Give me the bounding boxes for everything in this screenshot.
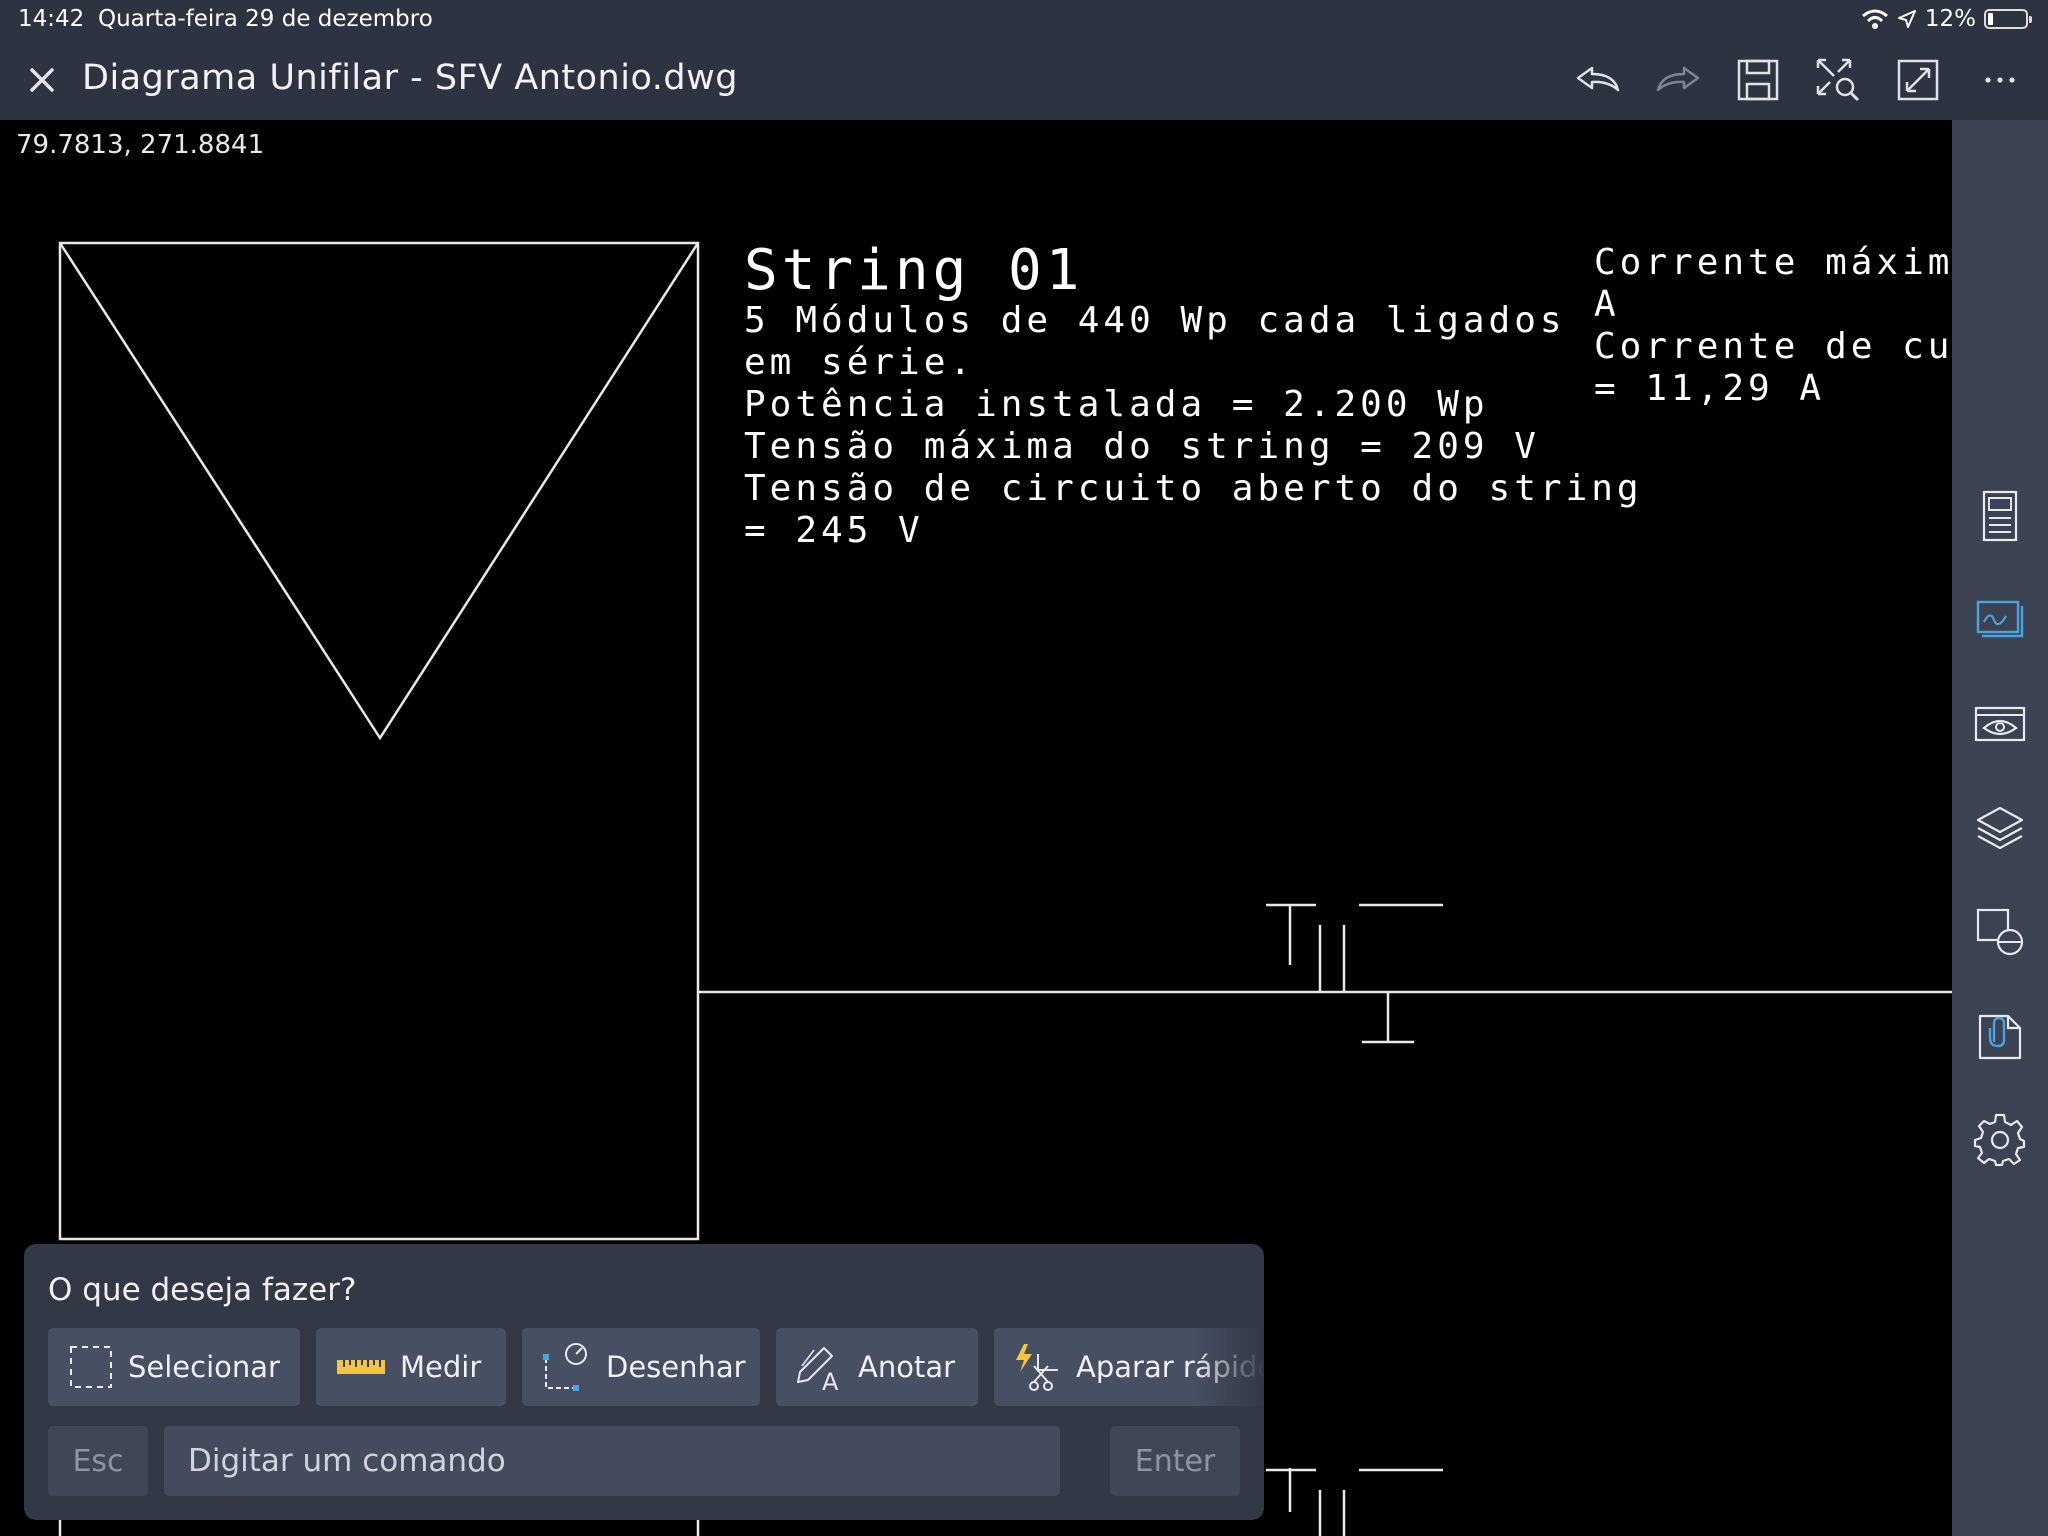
measure-label: Medir xyxy=(400,1350,482,1384)
string-line-6: = 245 V xyxy=(744,510,924,551)
select-icon xyxy=(70,1346,112,1388)
redo-icon[interactable] xyxy=(1652,54,1704,106)
command-input[interactable] xyxy=(164,1426,1060,1496)
location-icon xyxy=(1897,10,1916,28)
annotate-icon: A xyxy=(797,1347,839,1392)
layers-icon[interactable] xyxy=(1972,800,2028,856)
toolbar-scroll-fade xyxy=(1194,1328,1264,1406)
more-icon[interactable] xyxy=(1974,54,2026,106)
string-title: String 01 xyxy=(744,238,1084,303)
undo-icon[interactable] xyxy=(1572,54,1624,106)
command-panel: O que deseja fazer? Selecionar Medir Des… xyxy=(24,1244,1264,1520)
string-line-5: Tensão de circuito aberto do string xyxy=(744,468,1643,509)
title-bar: Diagrama Unifilar - SFV Antonio.dwg xyxy=(0,40,2048,120)
status-date: Quarta-feira 29 de dezembro xyxy=(98,6,433,32)
document-title: Diagrama Unifilar - SFV Antonio.dwg xyxy=(82,58,738,98)
draw-label: Desenhar xyxy=(606,1350,746,1384)
string-line-4: Tensão máxima do string = 209 V xyxy=(744,426,1540,467)
wifi-icon xyxy=(1861,9,1888,29)
current-line-2: A xyxy=(1594,284,1620,325)
string-line-2: em série. xyxy=(744,342,976,383)
string-line-1: 5 Módulos de 440 Wp cada ligados xyxy=(744,300,1566,341)
zoom-extents-icon[interactable] xyxy=(1812,54,1864,106)
save-icon[interactable] xyxy=(1732,54,1784,106)
close-icon[interactable] xyxy=(20,58,64,102)
settings-icon[interactable] xyxy=(1972,1112,2028,1168)
battery-icon xyxy=(1984,9,2032,29)
svg-text:A: A xyxy=(822,1368,839,1392)
select-button[interactable]: Selecionar xyxy=(48,1328,300,1406)
fullscreen-icon[interactable] xyxy=(1892,54,1944,106)
esc-button[interactable]: Esc xyxy=(48,1426,148,1496)
cursor-coordinates: 79.7813, 271.8841 xyxy=(16,130,265,160)
select-label: Selecionar xyxy=(128,1350,280,1384)
command-prompt: O que deseja fazer? xyxy=(48,1272,357,1308)
right-toolbar xyxy=(1952,120,2048,1536)
quick-trim-icon xyxy=(1016,1344,1058,1391)
status-time: 14:42 xyxy=(18,6,85,32)
pv-triangle xyxy=(58,242,700,741)
measure-button[interactable]: Medir xyxy=(316,1328,506,1406)
draw-button[interactable]: Desenhar xyxy=(522,1328,760,1406)
annotate-button[interactable]: A Anotar xyxy=(776,1328,978,1406)
string-line-3: Potência instalada = 2.200 Wp xyxy=(744,384,1489,425)
battery-percent: 12% xyxy=(1924,6,1976,32)
blocks-icon[interactable] xyxy=(1972,904,2028,960)
status-bar: 14:42 Quarta-feira 29 de dezembro 12% xyxy=(0,0,2048,40)
annotate-label: Anotar xyxy=(858,1350,956,1384)
layouts-icon[interactable] xyxy=(1972,592,2028,648)
attachments-icon[interactable] xyxy=(1972,1008,2028,1064)
current-line-4: = 11,29 A xyxy=(1594,368,1826,409)
status-right: 12% xyxy=(1861,6,2032,32)
enter-button[interactable]: Enter xyxy=(1110,1426,1240,1496)
draw-icon xyxy=(543,1343,587,1391)
current-line-1: Corrente máxima xyxy=(1594,242,1980,283)
ruler-icon xyxy=(337,1360,385,1374)
view-icon[interactable] xyxy=(1972,696,2028,752)
properties-icon[interactable] xyxy=(1972,488,2028,544)
